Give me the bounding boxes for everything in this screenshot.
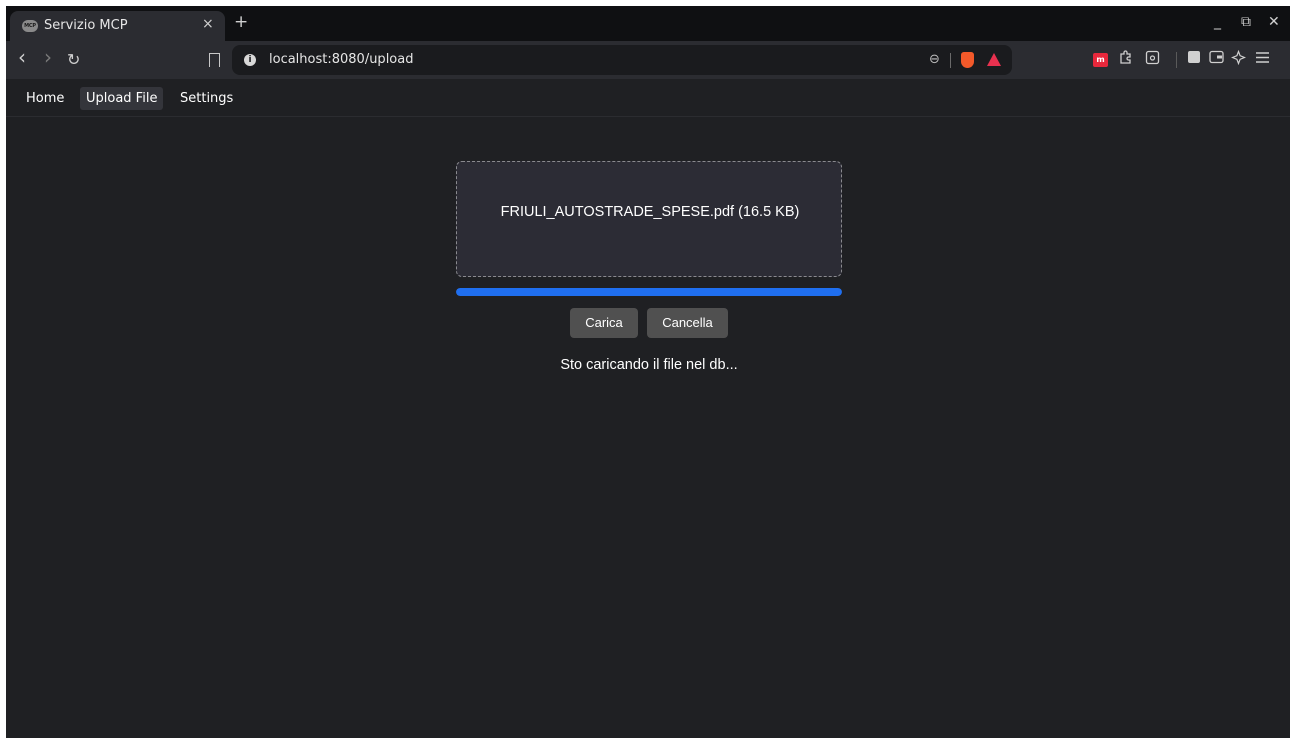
restore-button[interactable]: ⧉ (1241, 14, 1251, 30)
nav-settings[interactable]: Settings (174, 87, 239, 110)
address-bar-divider (950, 53, 951, 68)
tab-servizio-mcp[interactable]: MCP Servizio MCP × (10, 11, 225, 41)
nav-home[interactable]: Home (20, 87, 70, 110)
sidebar-icon[interactable] (1187, 50, 1201, 68)
toolbar-divider (1176, 52, 1177, 68)
brave-shields-icon[interactable] (961, 52, 974, 68)
leo-ai-icon[interactable] (1230, 49, 1247, 69)
address-bar[interactable]: i localhost:8080/upload ⊖ (232, 45, 1012, 75)
cancel-button[interactable]: Cancella (647, 308, 728, 338)
mcp-favicon-icon: MCP (22, 20, 38, 32)
upload-page: Home Upload File Settings FRIULI_AUTOSTR… (6, 79, 1290, 738)
extension-icon[interactable]: m (1093, 53, 1108, 67)
selected-file-name: FRIULI_AUTOSTRADE_SPESE.pdf (16.5 KB) (500, 204, 800, 220)
tab-strip: MCP Servizio MCP × + _ ⧉ ✕ (6, 6, 1290, 41)
browser-window: MCP Servizio MCP × + _ ⧉ ✕ ‹ › ↻ i local… (6, 6, 1290, 738)
reader-mode-icon[interactable] (1145, 50, 1160, 69)
upload-progress-fill (456, 288, 842, 296)
nav-upload-file[interactable]: Upload File (80, 87, 164, 110)
wallet-icon[interactable] (1209, 50, 1224, 68)
reload-button[interactable]: ↻ (67, 50, 80, 69)
menu-icon[interactable] (1255, 50, 1270, 68)
site-info-icon[interactable]: i (244, 54, 256, 66)
tab-title: Servizio MCP (44, 18, 128, 33)
brave-rewards-icon[interactable] (987, 53, 1001, 66)
minimize-button[interactable]: _ (1214, 14, 1221, 30)
zoom-icon[interactable]: ⊖ (929, 52, 940, 67)
new-tab-button[interactable]: + (234, 12, 248, 32)
upload-progress-bar (456, 288, 842, 296)
upload-button[interactable]: Carica (570, 308, 638, 338)
back-button[interactable]: ‹ (18, 45, 26, 69)
forward-button[interactable]: › (44, 45, 52, 69)
tab-close-icon[interactable]: × (202, 16, 214, 32)
bookmark-icon[interactable] (209, 53, 220, 67)
puzzle-icon[interactable] (1118, 50, 1133, 69)
app-nav: Home Upload File Settings (6, 79, 1290, 117)
upload-status-text: Sto caricando il file nel db... (560, 357, 738, 373)
close-window-button[interactable]: ✕ (1268, 14, 1280, 30)
browser-toolbar: ‹ › ↻ i localhost:8080/upload ⊖ m (6, 41, 1290, 79)
file-dropzone[interactable]: FRIULI_AUTOSTRADE_SPESE.pdf (16.5 KB) (456, 161, 842, 277)
url-text[interactable]: localhost:8080/upload (269, 52, 413, 67)
